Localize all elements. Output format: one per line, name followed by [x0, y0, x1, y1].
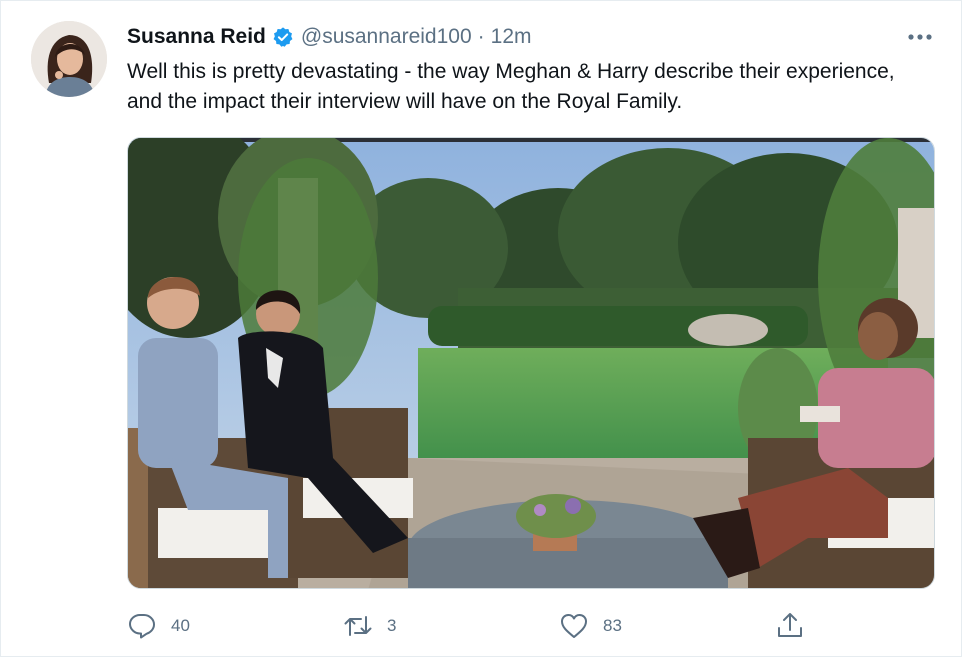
more-options-icon[interactable] [905, 25, 935, 49]
reply-icon [129, 614, 155, 639]
tweet-text: Well this is pretty devastating - the wa… [127, 60, 895, 113]
reply-count: 40 [171, 616, 190, 635]
verified-badge-icon [273, 27, 293, 47]
like-button[interactable]: 83 [559, 609, 622, 643]
separator-dot: · [477, 25, 485, 48]
retweet-button[interactable]: 3 [343, 609, 396, 643]
avatar[interactable] [31, 21, 107, 97]
tweet-header: Susanna Reid @susannareid100 · 12m [127, 23, 532, 51]
retweet-count: 3 [387, 616, 397, 635]
retweet-icon [344, 616, 372, 636]
author-name[interactable]: Susanna Reid [127, 25, 266, 49]
tweet-actions: 40 3 83 [127, 609, 827, 643]
share-button[interactable] [775, 609, 819, 643]
tweet-photo[interactable] [127, 137, 935, 589]
reply-button[interactable]: 40 [127, 609, 190, 643]
share-icon [778, 613, 802, 637]
tweet-card[interactable]: Susanna Reid @susannareid100 · 12m Well … [0, 0, 962, 657]
like-count: 83 [603, 616, 622, 635]
like-icon [561, 614, 587, 638]
author-handle[interactable]: @susannareid100 [301, 25, 472, 49]
timestamp[interactable]: 12m [491, 25, 532, 49]
